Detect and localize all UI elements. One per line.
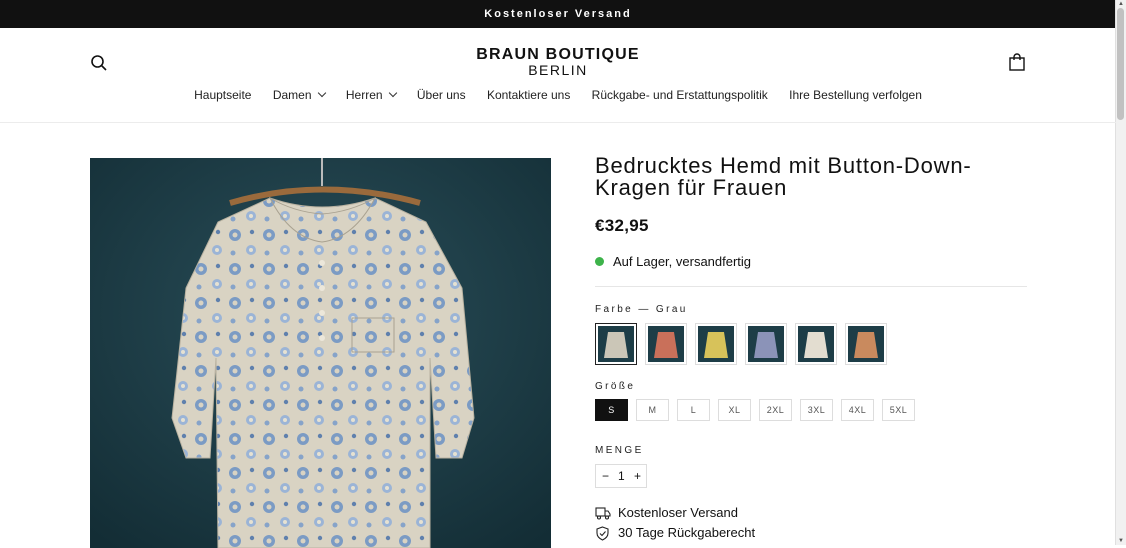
quantity-label: MENGE — [595, 445, 644, 456]
stock-text: Auf Lager, versandfertig — [613, 254, 752, 269]
quantity-value[interactable]: 1 — [618, 465, 625, 487]
product-price: €32,95 — [595, 216, 649, 235]
size-option-s[interactable]: S — [595, 399, 628, 421]
search-icon[interactable] — [90, 54, 108, 72]
size-option-4xl[interactable]: 4XL — [841, 399, 874, 421]
in-stock-dot-icon — [595, 257, 604, 267]
scroll-down-icon[interactable]: ▼ — [1116, 537, 1126, 545]
size-option-5xl[interactable]: 5XL — [882, 399, 915, 421]
nav-item-track-order[interactable]: Ihre Bestellung verfolgen — [789, 88, 922, 102]
size-option-m[interactable]: M — [636, 399, 669, 421]
size-label: Größe — [595, 381, 636, 392]
nav-item-returns[interactable]: Rückgabe- und Erstattungspolitik — [592, 88, 768, 102]
product-title: Bedrucktes Hemd mit Button-Down-Kragen f… — [595, 153, 972, 200]
quantity-minus-button[interactable]: − — [602, 465, 609, 487]
scrollbar[interactable]: ▲ ▼ — [1115, 0, 1126, 545]
main-nav: Hauptseite Damen Herren Über uns Kontakt… — [0, 88, 1116, 102]
quantity-stepper: − 1 + — [595, 464, 647, 488]
size-option-xl[interactable]: XL — [718, 399, 751, 421]
nav-item-about[interactable]: Über uns — [417, 88, 466, 102]
announcement-text: Kostenloser Versand — [484, 8, 632, 20]
feature-text: Kostenloser Versand — [618, 505, 738, 520]
quantity-plus-button[interactable]: + — [634, 465, 641, 487]
size-option-l[interactable]: L — [677, 399, 710, 421]
cart-icon[interactable] — [1008, 53, 1026, 71]
color-swatch-bunt[interactable] — [845, 323, 887, 365]
color-swatch-grau[interactable] — [595, 323, 637, 365]
scrollbar-thumb[interactable] — [1117, 8, 1124, 120]
product-image[interactable] — [90, 158, 551, 548]
nav-item-herren[interactable]: Herren — [346, 88, 397, 102]
chevron-down-icon — [388, 88, 397, 98]
brand-city: BERLIN — [528, 62, 588, 78]
brand-name: BRAUN BOUTIQUE — [476, 46, 640, 63]
site-header: BRAUN BOUTIQUE BERLIN Hauptseite Damen H… — [0, 28, 1116, 123]
nav-item-damen[interactable]: Damen — [273, 88, 326, 102]
size-option-2xl[interactable]: 2XL — [759, 399, 792, 421]
size-option-3xl[interactable]: 3XL — [800, 399, 833, 421]
color-swatch-gelb[interactable] — [695, 323, 737, 365]
scroll-up-icon[interactable]: ▲ — [1116, 0, 1126, 8]
color-swatch-weiss[interactable] — [795, 323, 837, 365]
selected-color: Grau — [655, 304, 688, 315]
color-label: Farbe — Grau — [595, 304, 688, 315]
truck-icon — [595, 507, 611, 520]
feature-text: 30 Tage Rückgaberecht — [618, 525, 756, 540]
divider — [595, 286, 1027, 287]
nav-item-contact[interactable]: Kontaktiere uns — [487, 88, 570, 102]
stock-status: Auf Lager, versandfertig — [595, 254, 751, 269]
shield-check-icon — [596, 526, 609, 541]
nav-item-home[interactable]: Hauptseite — [194, 88, 251, 102]
chevron-down-icon — [317, 88, 326, 98]
brand-logo[interactable]: BRAUN BOUTIQUE BERLIN — [458, 46, 658, 78]
color-swatch-blau[interactable] — [745, 323, 787, 365]
announcement-bar: Kostenloser Versand — [0, 0, 1116, 28]
color-swatch-rot[interactable] — [645, 323, 687, 365]
